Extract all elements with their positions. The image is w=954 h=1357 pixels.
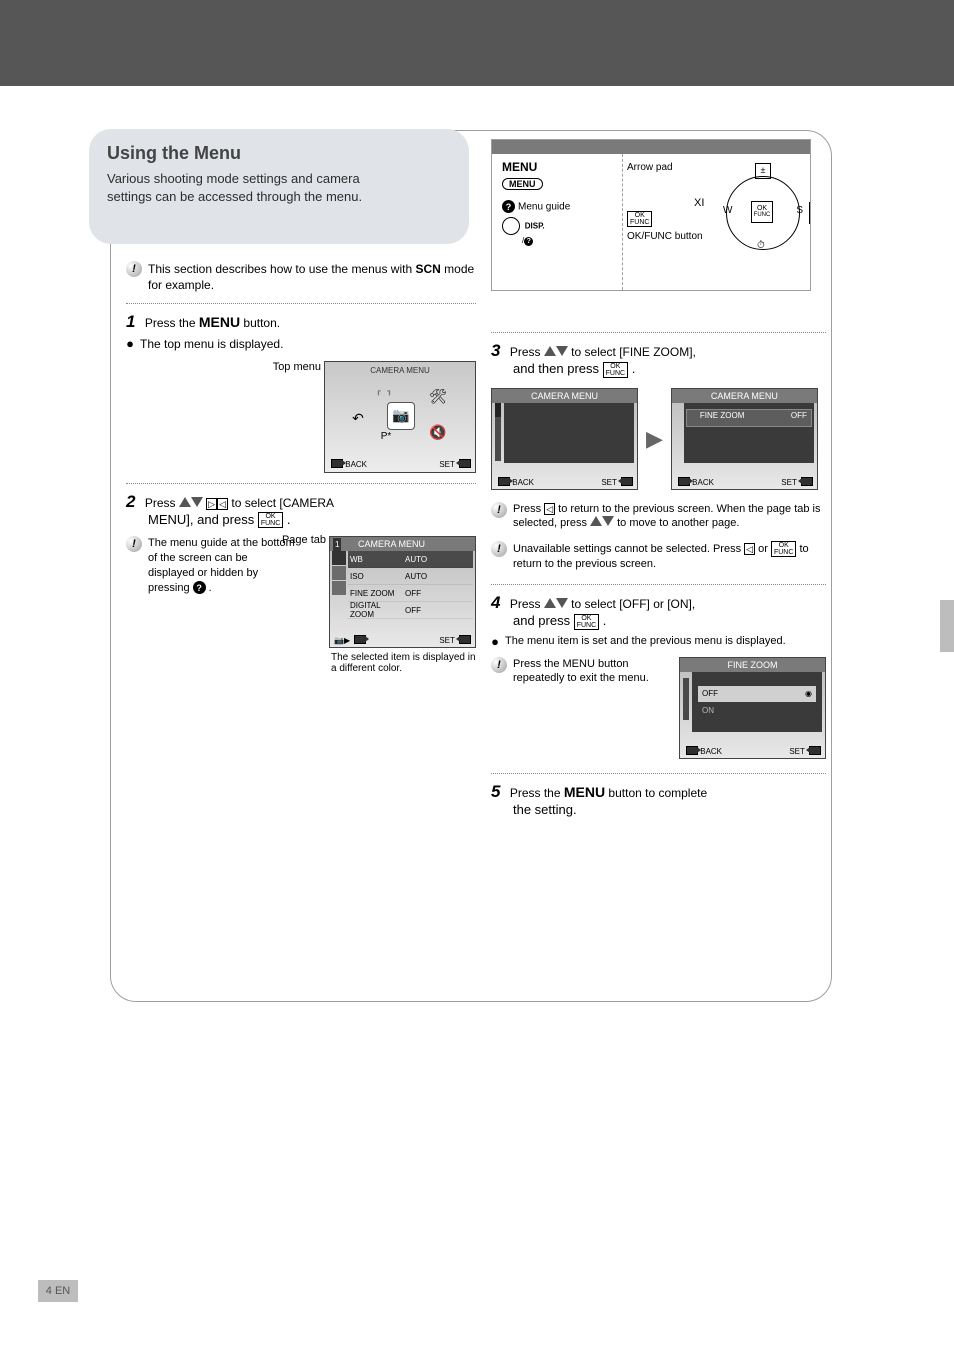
- step3-info2: Unavailable settings cannot be selected.…: [513, 541, 826, 572]
- disp-label: DISP.: [525, 222, 545, 231]
- page-frame: Using the Menu Various shooting mode set…: [110, 130, 832, 1002]
- callout-line2: settings can be accessed through the men…: [107, 188, 451, 206]
- okfunc-icon: [771, 541, 796, 557]
- left-arrow-icon: ◁: [544, 503, 555, 515]
- okfunc-icon: [627, 211, 652, 227]
- up-arrow-icon: [544, 346, 556, 356]
- arrowpad-desc: Arrow pad: [627, 162, 673, 173]
- info-icon: !: [491, 502, 507, 518]
- info-icon: !: [126, 261, 142, 277]
- step4-heading: 4 Press to select [OFF] or [ON],: [491, 593, 826, 613]
- down-arrow-icon: [556, 598, 568, 608]
- arrow-pad-icon: ± OKFUNC W S ⏱: [726, 176, 800, 250]
- okfunc-icon: [258, 512, 283, 528]
- reset-icon: ↶: [345, 406, 371, 432]
- disp-button-icon: [502, 217, 520, 235]
- callout-title: Using the Menu: [107, 141, 451, 166]
- callout-line1: Various shooting mode settings and camer…: [107, 170, 451, 188]
- pagetab-pointer: Page tab: [282, 534, 326, 546]
- step3-info1: Press ◁ to return to the previous screen…: [513, 502, 826, 532]
- fine-zoom-after-thumb: CAMERA MENU FINE ZOOM OFF BACK SET: [671, 388, 818, 490]
- step3-heading: 3 Press to select [FINE ZOOM],: [491, 341, 826, 361]
- setup-icon: 🛠: [425, 384, 451, 410]
- step2-heading: 2 Press ▷◁ to select [CAMERA: [126, 492, 476, 512]
- topmenu-pointer: Top menu: [273, 361, 321, 373]
- up-arrow-icon: [544, 598, 556, 608]
- down-arrow-icon: [602, 516, 614, 526]
- step2-selnote: The selected item is displayed in a diff…: [331, 652, 476, 674]
- step4-bullet: The menu item is set and the previous me…: [505, 634, 786, 649]
- down-arrow-icon: [556, 346, 568, 356]
- step4-info: Press the MENU button repeatedly to exit…: [513, 657, 661, 687]
- exposure-comp-icon: ±: [755, 163, 771, 179]
- macro-icon: W: [723, 205, 732, 216]
- cameramenu-thumbnail: 1CAMERA MENU WBAUTO ISOAUTO FINE ZOOMOFF…: [329, 536, 476, 648]
- perfectshot-icon: P*: [373, 424, 399, 450]
- question-icon: ?: [502, 200, 515, 213]
- side-tab: [940, 600, 954, 652]
- left-arrow-icon: ◁: [217, 498, 228, 510]
- up-arrow-icon: [590, 516, 602, 526]
- okfunc-center: OKFUNC: [751, 201, 773, 223]
- step5-heading: 5 Press the MENU button to complete: [491, 782, 826, 802]
- flash-icon: S: [796, 205, 803, 216]
- ref-guide-label: Menu guide: [518, 202, 570, 213]
- finezoom-select-thumb: FINE ZOOM OFF◉ ON BACK SET: [679, 657, 826, 759]
- xi-label: XI: [694, 197, 704, 209]
- transition-arrow-icon: ▶: [646, 426, 663, 452]
- question-icon: ?: [193, 581, 206, 594]
- timer-icon: ⏱: [757, 240, 765, 251]
- right-arrow-icon: ▷: [206, 498, 217, 510]
- up-arrow-icon: [179, 497, 191, 507]
- silent-icon: 🔇: [425, 420, 451, 446]
- okfunc-icon: [603, 362, 628, 378]
- down-arrow-icon: [191, 497, 203, 507]
- info-icon: !: [491, 657, 507, 673]
- okfunc-icon: [574, 614, 599, 630]
- reference-diagram: MENU MENU ?Menu guide DISP. /? OK/FUNC b…: [491, 139, 811, 291]
- fine-zoom-before-thumb: CAMERA MENU BACK SET: [491, 388, 638, 490]
- ref-menu-label: MENU: [502, 160, 612, 174]
- doc-header: [0, 0, 954, 86]
- scn-note: ! This section describes how to use the …: [126, 261, 476, 297]
- page-number-box: 4 EN: [38, 1280, 78, 1302]
- left-arrow-icon: ◁: [744, 543, 755, 555]
- topmenu-thumbnail: ↶ ⸢ ⸣ 📷 🛠 P* 🔇 CAMERA MENU BACK SET: [324, 361, 476, 473]
- step1-bullet: The top menu is displayed.: [140, 336, 283, 352]
- step1-heading: 1 Press the MENU button.: [126, 312, 476, 332]
- intro-callout: Using the Menu Various shooting mode set…: [89, 129, 469, 244]
- info-icon: !: [126, 536, 142, 552]
- info-icon: !: [491, 541, 507, 557]
- menu-button-icon: MENU: [502, 178, 543, 190]
